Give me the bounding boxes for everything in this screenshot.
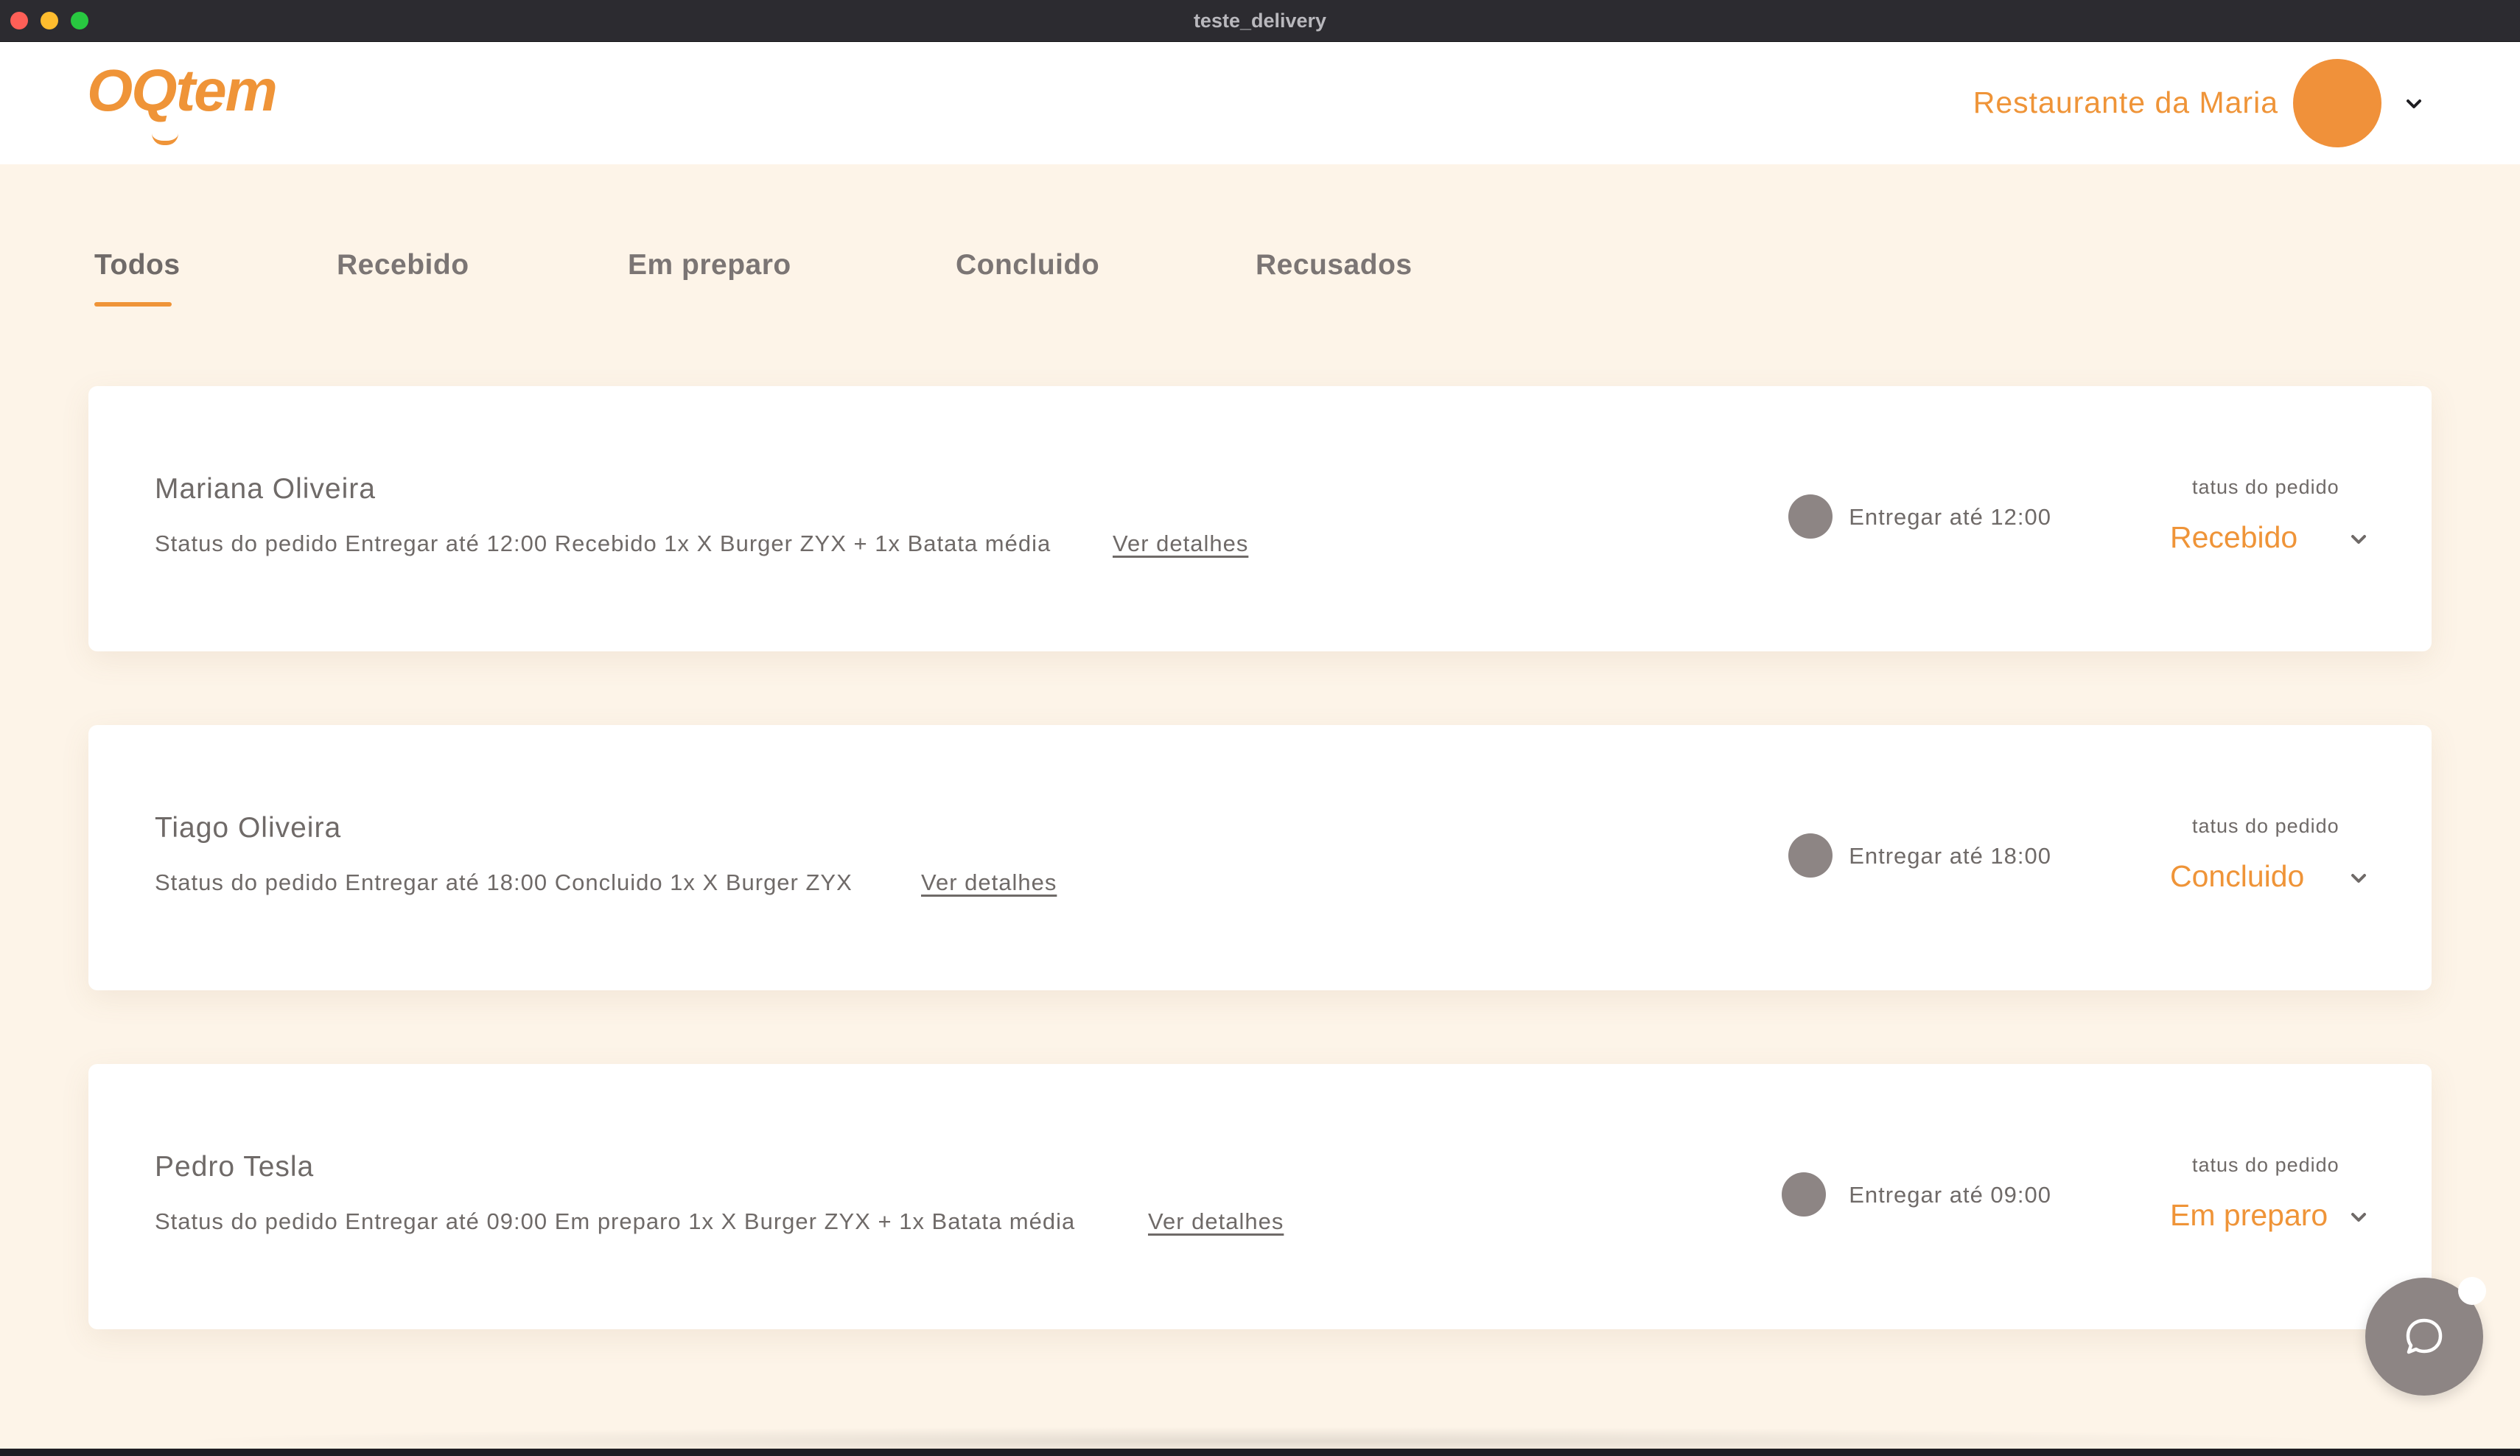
status-dropdown[interactable]: Em preparo [2170, 1195, 2384, 1239]
chevron-down-icon [2351, 535, 2366, 544]
notification-dot [2458, 1277, 2486, 1305]
restaurant-name[interactable]: Restaurante da Maria [1973, 84, 2278, 121]
view-details-link[interactable]: Ver detalhes [921, 869, 1057, 896]
view-details-link[interactable]: Ver detalhes [1148, 1208, 1284, 1235]
status-value: Em preparo [2170, 1198, 2328, 1232]
status-label: tatus do pedido [2192, 815, 2339, 837]
order-card: Mariana Oliveira Status do pedido Entreg… [88, 386, 2432, 651]
order-summary: Status do pedido Entregar até 18:00 Conc… [155, 869, 853, 895]
clock-icon [1788, 833, 1833, 878]
avatar[interactable] [2293, 59, 2381, 147]
order-summary: Status do pedido Entregar até 12:00 Rece… [155, 531, 1051, 556]
status-value: Concluido [2170, 859, 2305, 893]
logo-swoosh [152, 133, 178, 145]
customer-name: Tiago Oliveira [155, 812, 342, 844]
tab-recusados[interactable]: Recusados [1256, 249, 1413, 281]
status-dropdown[interactable]: Concluido [2170, 856, 2384, 900]
status-label: tatus do pedido [2192, 1154, 2339, 1176]
order-summary: Status do pedido Entregar até 09:00 Em p… [155, 1208, 1076, 1234]
window-bottom-edge [0, 1449, 2520, 1456]
active-tab-indicator [94, 302, 172, 307]
tab-concluido[interactable]: Concluido [956, 249, 1099, 281]
delivery-time: Entregar até 12:00 [1849, 504, 2051, 530]
order-card: Pedro Tesla Status do pedido Entregar at… [88, 1064, 2432, 1329]
app-header: OQtem Restaurante da Maria [0, 42, 2520, 164]
clock-icon [1788, 494, 1833, 539]
tab-recebido[interactable]: Recebido [337, 249, 469, 281]
view-details-link[interactable]: Ver detalhes [1113, 531, 1248, 557]
chevron-down-icon[interactable] [2402, 92, 2426, 116]
delivery-time: Entregar até 18:00 [1849, 843, 2051, 869]
clock-icon [1782, 1172, 1826, 1217]
customer-name: Pedro Tesla [155, 1151, 315, 1183]
order-card: Tiago Oliveira Status do pedido Entregar… [88, 725, 2432, 990]
window-title: teste_delivery [1193, 10, 1327, 32]
tab-em-preparo[interactable]: Em preparo [628, 249, 791, 281]
tab-todos[interactable]: Todos [94, 249, 181, 281]
status-dropdown[interactable]: Recebido [2170, 517, 2384, 561]
chevron-down-icon [2351, 874, 2366, 883]
status-label: tatus do pedido [2192, 476, 2339, 498]
chevron-down-icon [2351, 1213, 2366, 1222]
status-value: Recebido [2170, 520, 2298, 554]
app-logo[interactable]: OQtem [87, 61, 278, 120]
window-titlebar: teste_delivery [0, 0, 2520, 42]
delivery-time: Entregar até 09:00 [1849, 1182, 2051, 1208]
chat-bubble-icon [2406, 1318, 2443, 1354]
customer-name: Mariana Oliveira [155, 473, 376, 505]
